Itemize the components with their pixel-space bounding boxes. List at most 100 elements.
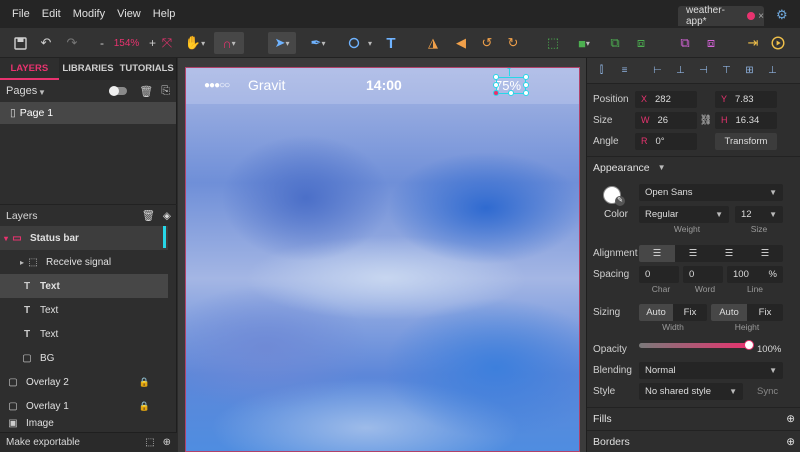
align-right-icon[interactable]: ⊣ xyxy=(695,63,712,79)
export-slice-icon[interactable]: ⬚ xyxy=(145,437,154,448)
menu-help[interactable]: Help xyxy=(147,0,182,28)
signal-dots[interactable]: ●●●○○ xyxy=(204,80,230,91)
group-icon[interactable]: ⬚ xyxy=(544,32,562,54)
subtract-icon[interactable]: ⧈ xyxy=(632,32,650,54)
align-bottom-icon[interactable]: ⊥ xyxy=(764,63,781,79)
align-center-icon[interactable]: ⊥ xyxy=(672,63,689,79)
trash-icon[interactable]: 🗑 xyxy=(142,209,155,222)
zoom-level[interactable]: 154% xyxy=(114,38,140,49)
align-left-edge-icon[interactable]: ⫿ xyxy=(593,63,610,79)
color-swatch[interactable]: ✎ xyxy=(603,186,625,206)
text-icon[interactable]: T xyxy=(382,32,400,54)
lock-icon[interactable]: 🔒 xyxy=(139,377,150,388)
shared-style-dropdown[interactable]: No shared style ▼ xyxy=(639,382,743,400)
menu-view[interactable]: View xyxy=(111,0,147,28)
hand-icon[interactable]: ✋ ▾ xyxy=(182,32,208,54)
width-fix-button[interactable]: Fix xyxy=(673,304,707,321)
zoom-control[interactable]: - 154% + xyxy=(100,32,156,54)
union-icon[interactable]: ⧉ xyxy=(606,32,624,54)
layer-row[interactable]: ▸ ⬚ Receive signal xyxy=(0,250,168,274)
align-text-center-icon[interactable]: ☰ xyxy=(675,245,711,262)
zoom-out-button[interactable]: - xyxy=(100,36,104,50)
line-spacing-field[interactable]: 100 % xyxy=(727,265,783,283)
resize-handle[interactable] xyxy=(523,74,529,80)
save-icon[interactable] xyxy=(10,32,30,54)
undo-icon[interactable]: ↶ xyxy=(36,32,56,54)
artboard[interactable]: ●●●○○ Gravit 14:00 75% xyxy=(185,67,580,452)
play-icon[interactable] xyxy=(768,32,788,54)
make-exportable-label[interactable]: Make exportable xyxy=(6,437,145,448)
align-text-right-icon[interactable]: ☰ xyxy=(711,245,747,262)
trash-icon[interactable]: 🗑 xyxy=(139,85,153,98)
rotate-left-icon[interactable]: ↺ xyxy=(478,32,496,54)
size-w-field[interactable]: W 26 xyxy=(635,111,697,129)
char-spacing-field[interactable]: 0 xyxy=(639,265,679,283)
height-auto-button[interactable]: Auto xyxy=(711,303,747,321)
link-icon[interactable]: ⛓ xyxy=(697,115,715,126)
page-item[interactable]: ▯ Page 1 xyxy=(0,102,176,124)
pages-toggle[interactable] xyxy=(109,86,128,96)
menu-file[interactable]: File xyxy=(6,0,36,28)
opacity-value[interactable]: 100% xyxy=(757,344,781,355)
ellipse-icon[interactable]: ▾ xyxy=(344,32,376,54)
rotate-right-icon[interactable]: ↻ xyxy=(504,32,522,54)
tab-tutorials[interactable]: TUTORIALS xyxy=(117,58,176,80)
appearance-header[interactable]: Appearance ▼ xyxy=(587,156,800,178)
menu-modify[interactable]: Modify xyxy=(67,0,111,28)
layer-row[interactable]: ▢ Overlay 1 🔒 xyxy=(0,394,168,418)
opacity-slider-knob[interactable] xyxy=(744,340,754,350)
align-left-icon[interactable]: ⊢ xyxy=(649,63,666,79)
resize-handle[interactable] xyxy=(493,90,499,96)
position-x-field[interactable]: X 282 xyxy=(635,90,697,108)
collapse-caret-icon[interactable]: ▸ xyxy=(20,258,24,267)
opacity-slider[interactable] xyxy=(639,340,754,350)
canvas[interactable]: ●●●○○ Gravit 14:00 75% xyxy=(178,58,586,452)
resize-handle[interactable] xyxy=(523,82,529,88)
angle-field[interactable]: R 0° xyxy=(635,132,697,150)
fills-header[interactable]: Fills ⊕ xyxy=(587,407,800,429)
borders-header[interactable]: Borders ⊕ xyxy=(587,430,800,452)
expand-caret-icon[interactable]: ▾ xyxy=(4,234,8,243)
time-text[interactable]: 14:00 xyxy=(366,77,402,93)
menu-edit[interactable]: Edit xyxy=(36,0,67,28)
resize-handle[interactable] xyxy=(493,74,499,80)
align-text-justify-icon[interactable]: ☰ xyxy=(747,245,783,262)
lock-icon[interactable]: 🔒 xyxy=(139,401,150,412)
document-tab[interactable]: weather-app* × xyxy=(678,5,764,27)
layer-row[interactable]: ▾ ▭ Status bar xyxy=(0,226,168,250)
flip-vertical-icon[interactable]: ◀ xyxy=(452,32,470,54)
add-export-icon[interactable]: ⊕ xyxy=(163,437,171,448)
layer-row[interactable]: T Text xyxy=(0,322,168,346)
position-y-field[interactable]: Y 7.83 xyxy=(715,90,777,108)
eyedropper-icon[interactable]: ✎ xyxy=(615,196,625,206)
zoom-in-button[interactable]: + xyxy=(149,36,156,50)
size-h-field[interactable]: H 16.34 xyxy=(715,111,777,129)
pen-icon[interactable]: ✒ ▾ xyxy=(306,32,330,54)
distribute-icon[interactable]: ≡ xyxy=(616,63,633,79)
height-fix-button[interactable]: Fix xyxy=(747,304,783,321)
sync-button[interactable]: Sync xyxy=(757,386,778,397)
add-layer-icon[interactable]: ◈ xyxy=(163,210,171,222)
resize-handle[interactable] xyxy=(508,90,514,96)
appearance-caret-icon[interactable]: ▼ xyxy=(658,163,795,172)
close-tab-icon[interactable]: × xyxy=(758,11,764,22)
symbol-icon[interactable]: ⧉ xyxy=(676,32,694,54)
font-family-dropdown[interactable]: Open Sans ▼ xyxy=(639,184,783,201)
width-auto-button[interactable]: Auto xyxy=(639,303,673,321)
align-top-icon[interactable]: ⊤ xyxy=(718,63,735,79)
redo-icon[interactable]: ↷ xyxy=(62,32,82,54)
transform-button[interactable]: Transform xyxy=(715,132,777,150)
layer-row[interactable]: ▢ Overlay 2 🔒 xyxy=(0,370,168,394)
tab-libraries[interactable]: LIBRARIES xyxy=(59,58,118,80)
font-size-dropdown[interactable]: 12 ▼ xyxy=(735,206,783,223)
layer-row[interactable]: T Text xyxy=(0,274,168,298)
layer-row[interactable]: ▢ BG xyxy=(0,346,168,370)
add-fill-icon[interactable]: ⊕ xyxy=(786,413,795,425)
add-border-icon[interactable]: ⊕ xyxy=(786,436,795,448)
fit-icon[interactable]: ⤧ xyxy=(158,32,176,54)
boolean-icon[interactable]: ■ ▾ xyxy=(570,32,598,54)
carrier-text[interactable]: Gravit xyxy=(248,77,285,93)
align-text-left-icon[interactable]: ☰ xyxy=(639,244,675,262)
flip-horizontal-icon[interactable]: ◮ xyxy=(424,32,442,54)
word-spacing-field[interactable]: 0 xyxy=(683,265,723,283)
